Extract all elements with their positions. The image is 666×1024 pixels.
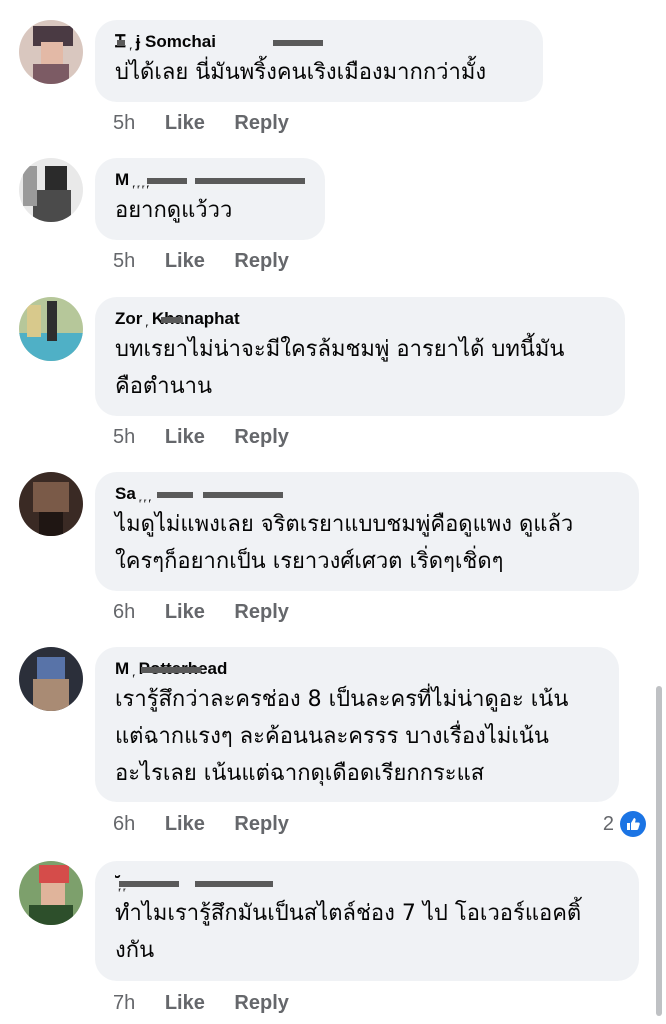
avatar[interactable]	[19, 20, 83, 84]
avatar[interactable]	[19, 472, 83, 536]
reply-button[interactable]: Reply	[234, 601, 288, 623]
comment-actions: 5h Like Reply	[113, 249, 313, 273]
reaction-count: 2	[602, 812, 614, 835]
like-button[interactable]: Like	[165, 112, 205, 134]
commenter-name[interactable]: M ᷊ Potterhead	[115, 659, 599, 679]
avatar[interactable]	[19, 158, 83, 222]
comment-actions: 6h Like Reply	[113, 600, 313, 624]
avatar[interactable]	[19, 861, 83, 925]
comment-text: บ่ได้เลย นี่มันพริ้งคนเริงเมืองมากกว่ามั…	[115, 60, 487, 85]
reply-button[interactable]: Reply	[234, 992, 288, 1014]
comment-text: บทเรยาไม่น่าจะมีใครล้มชมพู่ อารยาได้ บทน…	[115, 337, 565, 399]
comment-time[interactable]: 6h	[113, 601, 135, 623]
comment-time[interactable]: 5h	[113, 112, 135, 134]
reply-button[interactable]: Reply	[234, 426, 288, 448]
comment-actions: 6h Like Reply	[113, 812, 313, 836]
comment-text: ทำไมเรารู้สึกมันเป็นสไตล์ช่อง 7 ไป โอเวอ…	[115, 901, 582, 963]
reply-button[interactable]: Reply	[234, 112, 288, 134]
comment-bubble: Zor ᷊ Khanaphat บทเรยาไม่น่าจะมีใครล้มชม…	[95, 297, 625, 416]
comment-bubble: Ꮖ ᷊ ɉ Somchai บ่ได้เลย นี่มันพริ้งคนเริง…	[95, 20, 543, 102]
comment-time[interactable]: 5h	[113, 426, 135, 448]
like-button[interactable]: Like	[165, 250, 205, 272]
comment-time[interactable]: 6h	[113, 813, 135, 835]
comment-text: เรารู้สึกว่าละครช่อง 8 เป็นละครที่ไม่น่า…	[115, 687, 569, 786]
comment-bubble: M ᷊ Potterhead เรารู้สึกว่าละครช่อง 8 เป…	[95, 647, 619, 802]
comment-bubble: ᷓ ᷊ ᷊ ทำไมเรารู้สึกมันเป็นสไตล์ช่อง 7 ไป…	[95, 861, 639, 981]
like-button[interactable]: Like	[165, 813, 205, 835]
reply-button[interactable]: Reply	[234, 250, 288, 272]
commenter-name[interactable]: Zor ᷊ Khanaphat	[115, 309, 605, 329]
comment-actions: 7h Like Reply	[113, 991, 313, 1015]
comment-bubble: M ᷊ ᷊ ᷊ ᷊ อยากดูแว้วว	[95, 158, 325, 240]
thumbs-up-svg	[627, 818, 640, 830]
comment-time[interactable]: 7h	[113, 992, 135, 1014]
like-button[interactable]: Like	[165, 992, 205, 1014]
reaction-summary[interactable]: 2	[603, 810, 646, 838]
commenter-name[interactable]: Sa ᷊ ᷊ ᷊	[115, 484, 619, 504]
like-button[interactable]: Like	[165, 601, 205, 623]
comment-actions: 5h Like Reply	[113, 111, 313, 135]
reply-button[interactable]: Reply	[234, 813, 288, 835]
avatar[interactable]	[19, 297, 83, 361]
like-button[interactable]: Like	[165, 426, 205, 448]
comment-actions: 5h Like Reply	[113, 425, 313, 449]
scrollbar[interactable]	[656, 686, 662, 1016]
commenter-name[interactable]: M ᷊ ᷊ ᷊ ᷊	[115, 170, 305, 190]
comment-text: ไมดูไม่แพงเลย จริตเรยาแบบชมพู่คือดูแพง ด…	[115, 512, 574, 574]
commenter-name[interactable]: Ꮖ ᷊ ɉ Somchai	[115, 32, 523, 52]
comment-bubble: Sa ᷊ ᷊ ᷊ ไมดูไม่แพงเลย จริตเรยาแบบชมพู่ค…	[95, 472, 639, 591]
avatar[interactable]	[19, 647, 83, 711]
commenter-name[interactable]: ᷓ ᷊ ᷊	[115, 873, 619, 893]
thumbs-up-icon	[620, 811, 646, 837]
comment-time[interactable]: 5h	[113, 250, 135, 272]
comment-text: อยากดูแว้วว	[115, 198, 233, 223]
